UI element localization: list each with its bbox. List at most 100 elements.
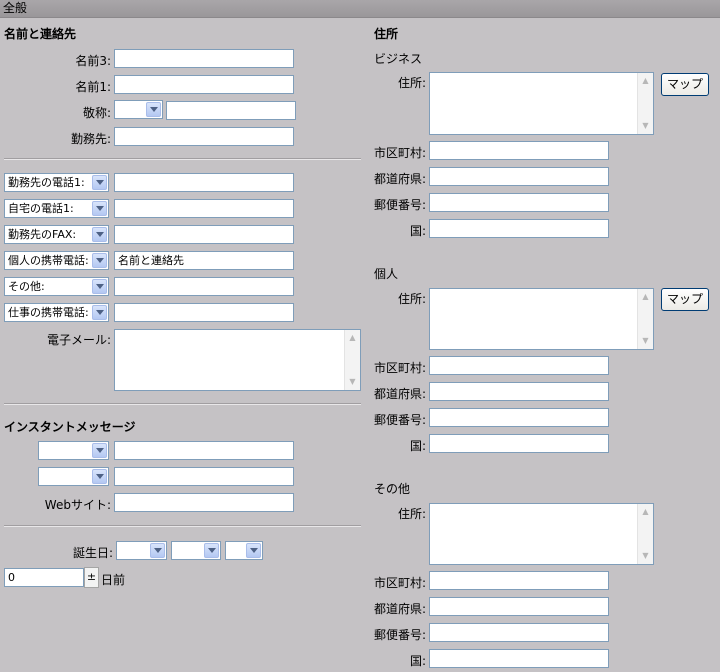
email-textarea[interactable]: ▲ ▼ bbox=[114, 329, 361, 391]
phone-input[interactable]: 名前と連絡先 bbox=[114, 251, 294, 270]
phone-type-label: 個人の携帯電話: bbox=[8, 254, 89, 267]
personal-country-input[interactable] bbox=[429, 434, 609, 453]
address-heading: 住所 bbox=[374, 27, 399, 41]
phone-type-select[interactable]: 自宅の電話1: bbox=[4, 199, 109, 218]
phone-type-select[interactable]: その他: bbox=[4, 277, 109, 296]
other-state-input[interactable] bbox=[429, 597, 609, 616]
days-before-input[interactable]: 0 bbox=[4, 568, 84, 587]
scroll-up-icon[interactable]: ▲ bbox=[638, 505, 653, 519]
im-service-select[interactable] bbox=[38, 441, 109, 460]
scroll-down-icon[interactable]: ▼ bbox=[638, 549, 653, 563]
personal-zip-input[interactable] bbox=[429, 408, 609, 427]
other-address-textarea[interactable]: ▲ ▼ bbox=[429, 503, 654, 565]
separator bbox=[4, 525, 361, 527]
country-label: 国: bbox=[409, 654, 426, 668]
days-before-suffix: 日前 bbox=[101, 573, 126, 587]
state-label: 都道府県: bbox=[373, 602, 426, 616]
chevron-down-icon bbox=[92, 279, 107, 294]
contact-heading: 名前と連絡先 bbox=[4, 27, 77, 41]
address-label: 住所: bbox=[397, 507, 426, 521]
chevron-down-icon bbox=[92, 443, 107, 458]
email-scrollbar[interactable]: ▲ ▼ bbox=[344, 330, 360, 390]
name3-label: 名前3: bbox=[75, 54, 111, 68]
chevron-down-icon bbox=[246, 543, 261, 558]
chevron-down-icon bbox=[92, 469, 107, 484]
birthday-month-select[interactable] bbox=[171, 541, 221, 560]
scroll-down-icon[interactable]: ▼ bbox=[345, 375, 360, 389]
chevron-down-icon bbox=[92, 305, 107, 320]
phone-type-label: 自宅の電話1: bbox=[8, 202, 74, 215]
other-zip-input[interactable] bbox=[429, 623, 609, 642]
phone-input[interactable] bbox=[114, 303, 294, 322]
website-input[interactable] bbox=[114, 493, 294, 512]
address-scrollbar[interactable]: ▲ ▼ bbox=[637, 504, 653, 564]
business-state-input[interactable] bbox=[429, 167, 609, 186]
zip-label: 郵便番号: bbox=[373, 198, 426, 212]
business-country-input[interactable] bbox=[429, 219, 609, 238]
name1-input[interactable] bbox=[114, 75, 294, 94]
other-section-title: その他 bbox=[374, 482, 411, 496]
personal-section-title: 個人 bbox=[374, 267, 399, 281]
business-zip-input[interactable] bbox=[429, 193, 609, 212]
phone-type-select[interactable]: 勤務先のFAX: bbox=[4, 225, 109, 244]
birthday-label: 誕生日: bbox=[72, 546, 113, 560]
phone-type-select[interactable]: 勤務先の電話1: bbox=[4, 173, 109, 192]
personal-address-textarea[interactable]: ▲ ▼ bbox=[429, 288, 654, 350]
phone-type-label: 仕事の携帯電話: bbox=[8, 306, 89, 319]
im-heading: インスタントメッセージ bbox=[4, 420, 136, 434]
country-label: 国: bbox=[409, 439, 426, 453]
email-label: 電子メール: bbox=[46, 333, 111, 347]
other-country-input[interactable] bbox=[429, 649, 609, 668]
scroll-up-icon[interactable]: ▲ bbox=[345, 331, 360, 345]
city-label: 市区町村: bbox=[373, 361, 426, 375]
personal-state-input[interactable] bbox=[429, 382, 609, 401]
website-label: Webサイト: bbox=[44, 498, 111, 512]
scroll-down-icon[interactable]: ▼ bbox=[638, 119, 653, 133]
birthday-day-select[interactable] bbox=[225, 541, 263, 560]
chevron-down-icon bbox=[92, 253, 107, 268]
birthday-year-select[interactable] bbox=[116, 541, 167, 560]
personal-city-input[interactable] bbox=[429, 356, 609, 375]
separator bbox=[4, 403, 361, 405]
phone-type-select[interactable]: 個人の携帯電話: bbox=[4, 251, 109, 270]
address-scrollbar[interactable]: ▲ ▼ bbox=[637, 289, 653, 349]
separator bbox=[4, 158, 361, 160]
chevron-down-icon bbox=[146, 102, 161, 117]
im-address-input[interactable] bbox=[114, 441, 294, 460]
zip-label: 郵便番号: bbox=[373, 413, 426, 427]
city-label: 市区町村: bbox=[373, 576, 426, 590]
company-input[interactable] bbox=[114, 127, 294, 146]
business-city-input[interactable] bbox=[429, 141, 609, 160]
address-label: 住所: bbox=[397, 76, 426, 90]
address-label: 住所: bbox=[397, 292, 426, 306]
scroll-up-icon[interactable]: ▲ bbox=[638, 290, 653, 304]
state-label: 都道府県: bbox=[373, 387, 426, 401]
phone-type-select[interactable]: 仕事の携帯電話: bbox=[4, 303, 109, 322]
name3-input[interactable] bbox=[114, 49, 294, 68]
zip-label: 郵便番号: bbox=[373, 628, 426, 642]
other-city-input[interactable] bbox=[429, 571, 609, 590]
scroll-down-icon[interactable]: ▼ bbox=[638, 334, 653, 348]
company-label: 勤務先: bbox=[70, 132, 111, 146]
city-label: 市区町村: bbox=[373, 146, 426, 160]
phone-input[interactable] bbox=[114, 199, 294, 218]
scroll-up-icon[interactable]: ▲ bbox=[638, 74, 653, 88]
phone-type-label: その他: bbox=[8, 280, 45, 293]
state-label: 都道府県: bbox=[373, 172, 426, 186]
im-address-input[interactable] bbox=[114, 467, 294, 486]
business-address-textarea[interactable]: ▲ ▼ bbox=[429, 72, 654, 135]
panel-title: 全般 bbox=[0, 0, 720, 18]
business-map-button[interactable]: マップ bbox=[661, 73, 709, 96]
address-scrollbar[interactable]: ▲ ▼ bbox=[637, 73, 653, 134]
chevron-down-icon bbox=[92, 175, 107, 190]
personal-map-button[interactable]: マップ bbox=[661, 288, 709, 311]
chevron-down-icon bbox=[92, 201, 107, 216]
spin-button[interactable]: ± bbox=[84, 567, 99, 588]
phone-input[interactable] bbox=[114, 225, 294, 244]
im-service-select[interactable] bbox=[38, 467, 109, 486]
title-input[interactable] bbox=[166, 101, 296, 120]
title-select[interactable] bbox=[114, 100, 163, 119]
country-label: 国: bbox=[409, 224, 426, 238]
phone-input[interactable] bbox=[114, 173, 294, 192]
phone-input[interactable] bbox=[114, 277, 294, 296]
